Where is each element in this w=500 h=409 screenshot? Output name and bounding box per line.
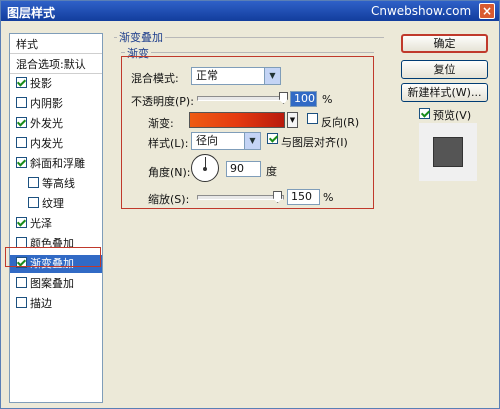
style-item-label: 内发光 <box>30 137 63 150</box>
style-item-label: 图案叠加 <box>30 277 74 290</box>
style-item-label: 投影 <box>30 77 52 90</box>
style-item-label: 描边 <box>30 297 52 310</box>
style-item-outer-glow[interactable]: 外发光 <box>10 115 102 133</box>
style-item-label: 光泽 <box>30 217 52 230</box>
reverse-label: 反向(R) <box>321 116 360 129</box>
style-item-label: 纹理 <box>42 197 64 210</box>
group-rule <box>121 52 374 53</box>
contour-checkbox[interactable] <box>28 177 39 188</box>
style-select[interactable]: 径向 ▼ <box>191 132 261 150</box>
angle-label: 角度(N): <box>148 166 191 179</box>
scale-label: 缩放(S): <box>148 193 190 206</box>
blend-mode-label: 混合模式: <box>131 72 179 85</box>
style-item-inner-shadow[interactable]: 内阴影 <box>10 95 102 113</box>
opacity-slider-track[interactable] <box>197 96 287 101</box>
section-title: 渐变叠加 <box>117 29 165 45</box>
align-with-layer-checkbox[interactable] <box>267 133 278 144</box>
angle-input[interactable]: 90 <box>226 161 261 177</box>
style-item-label: 内阴影 <box>30 97 63 110</box>
blend-mode-value: 正常 <box>196 69 218 82</box>
style-item-texture[interactable]: 纹理 <box>10 195 102 213</box>
bevel-emboss-checkbox[interactable] <box>16 157 27 168</box>
opacity-input[interactable]: 100 <box>290 91 317 107</box>
outer-glow-checkbox[interactable] <box>16 117 27 128</box>
title-bar[interactable]: 图层样式 Cnwebshow.com × <box>1 1 499 21</box>
style-item-label: 外发光 <box>30 117 63 130</box>
dialog-title: 图层样式 <box>7 6 56 20</box>
blend-options-item[interactable]: 混合选项:默认 <box>10 56 102 74</box>
angle-unit: 度 <box>266 165 277 178</box>
style-item-bevel-emboss[interactable]: 斜面和浮雕 <box>10 155 102 173</box>
satin-checkbox[interactable] <box>16 217 27 228</box>
reverse-checkbox[interactable] <box>307 113 318 124</box>
chevron-down-icon[interactable]: ▼ <box>264 68 280 84</box>
scale-slider-track[interactable] <box>197 195 284 200</box>
drop-shadow-checkbox[interactable] <box>16 77 27 88</box>
style-label: 样式(L): <box>148 137 189 150</box>
close-icon[interactable]: × <box>479 3 495 19</box>
opacity-unit: % <box>322 93 333 106</box>
style-item-satin[interactable]: 光泽 <box>10 215 102 233</box>
chevron-down-icon[interactable]: ▼ <box>244 133 260 149</box>
gradient-label: 渐变: <box>148 117 174 130</box>
preview-label: 预览(V) <box>433 109 472 122</box>
style-item-label: 斜面和浮雕 <box>30 157 85 170</box>
pattern-overlay-checkbox[interactable] <box>16 277 27 288</box>
styles-header[interactable]: 样式 <box>10 36 102 54</box>
stroke-checkbox[interactable] <box>16 297 27 308</box>
layer-style-dialog: 图层样式 Cnwebshow.com × 样式 混合选项:默认 投影 内阴影 外… <box>0 0 500 409</box>
style-preview <box>419 123 477 181</box>
new-style-button[interactable]: 新建样式(W)... <box>401 83 488 102</box>
gradient-preview-bar[interactable] <box>189 112 285 128</box>
angle-center-dot <box>203 167 207 171</box>
style-item-inner-glow[interactable]: 内发光 <box>10 135 102 153</box>
texture-checkbox[interactable] <box>28 197 39 208</box>
preview-swatch <box>433 137 463 167</box>
reset-button[interactable]: 复位 <box>401 60 488 79</box>
blend-mode-select[interactable]: 正常 ▼ <box>191 67 281 85</box>
style-value: 径向 <box>196 134 218 147</box>
selection-highlight <box>5 247 101 267</box>
watermark: Cnwebshow.com <box>371 4 472 18</box>
style-item-drop-shadow[interactable]: 投影 <box>10 75 102 93</box>
style-list-panel: 样式 混合选项:默认 投影 内阴影 外发光 内发光 斜面和浮雕 等高线 纹理 光… <box>9 33 103 403</box>
ok-button[interactable]: 确定 <box>401 34 488 53</box>
preview-checkbox[interactable] <box>419 108 430 119</box>
align-with-layer-label: 与图层对齐(I) <box>281 136 348 149</box>
scale-unit: % <box>323 191 334 204</box>
style-item-contour[interactable]: 等高线 <box>10 175 102 193</box>
opacity-label: 不透明度(P): <box>131 95 194 108</box>
style-item-stroke[interactable]: 描边 <box>10 295 102 313</box>
style-item-pattern-overlay[interactable]: 图案叠加 <box>10 275 102 293</box>
scale-input[interactable]: 150 <box>287 189 320 205</box>
inner-shadow-checkbox[interactable] <box>16 97 27 108</box>
gradient-dropdown-icon[interactable]: ▼ <box>287 112 298 128</box>
angle-dial[interactable] <box>191 154 219 182</box>
inner-glow-checkbox[interactable] <box>16 137 27 148</box>
style-item-label: 等高线 <box>42 177 75 190</box>
